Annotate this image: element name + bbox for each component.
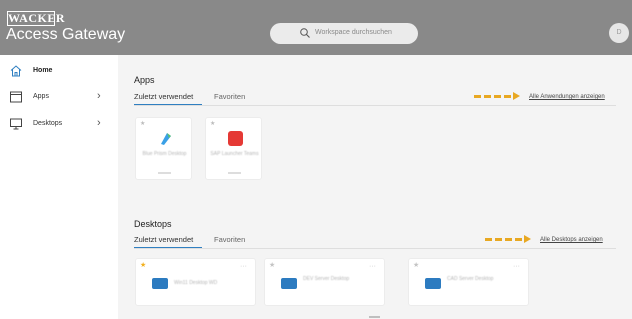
more-options-icon[interactable]: ··· [513,263,520,270]
app-title: Access Gateway [6,26,126,43]
tab-apps-favorites[interactable]: Favoriten [214,92,245,102]
sidebar-item-apps[interactable]: Apps › [0,87,118,109]
tab-apps-recent[interactable]: Zuletzt verwendet [134,92,193,102]
tab-desktops-favorites[interactable]: Favoriten [214,235,245,245]
wacker-logo: WACKER [7,11,66,26]
brand-name: WACKER [8,11,66,25]
more-options-icon[interactable]: ··· [369,263,376,270]
app-tile-name: Blue Prism Desktop [142,151,187,157]
top-bar: WACKER Access Gateway Workspace durchsuc… [0,0,632,55]
desktop-tile-name: Win11 Desktop WD [174,280,218,286]
desktops-section-title: Desktops [134,219,172,229]
app-tile[interactable]: ★ SAP Launcher Teams [205,117,262,180]
sidebar-item-label: Home [33,67,53,74]
sidebar-item-desktops[interactable]: Desktops › [0,114,118,136]
app-logo-icon [161,133,171,145]
sidebar-item-label: Apps [33,93,49,100]
favorite-star-icon[interactable]: ★ [210,121,215,127]
desktop-tile[interactable]: ★ CAD Server Desktop ··· [408,258,529,306]
chevron-right-icon: › [97,90,101,102]
desktop-icon [425,278,441,289]
app-tile[interactable]: ★ Blue Prism Desktop [135,117,192,180]
app-tile-name: SAP Launcher Teams [210,151,259,157]
desktop-tile-name: CAD Server Desktop [447,276,494,282]
sidebar-item-home[interactable]: Home [0,61,118,83]
favorite-star-icon[interactable]: ★ [413,262,419,269]
apps-window-icon [10,91,22,103]
search-icon [300,28,310,38]
main-content: Apps Zuletzt verwendet Favoriten Alle An… [118,55,632,319]
scroll-indicator[interactable] [369,316,380,318]
favorite-star-icon[interactable]: ★ [269,262,275,269]
more-options-icon[interactable]: ··· [240,263,247,270]
desktop-tile[interactable]: ★ Win11 Desktop WD ··· [135,258,256,306]
desktop-tile[interactable]: ★ DEV Server Desktop ··· [264,258,385,306]
view-all-apps-link[interactable]: Alle Anwendungen anzeigen [529,93,605,101]
desktop-icon [281,278,297,289]
monitor-icon [10,118,22,130]
annotation-arrow-desktops [485,235,535,243]
tab-desktops-recent[interactable]: Zuletzt verwendet [134,235,193,245]
desktop-icon [152,278,168,289]
search-placeholder: Workspace durchsuchen [315,29,392,36]
user-avatar[interactable]: D [609,23,629,43]
tab-divider [134,105,616,106]
desktop-tile-name: DEV Server Desktop [303,276,350,282]
view-all-desktops-link[interactable]: Alle Desktops anzeigen [540,236,603,244]
apps-section-title: Apps [134,75,155,85]
sidebar-item-label: Desktops [33,120,63,127]
annotation-arrow-apps [474,92,524,100]
favorite-star-icon[interactable]: ★ [140,262,146,269]
home-icon [10,65,22,77]
tab-divider [134,248,616,249]
workspace-search-input[interactable]: Workspace durchsuchen [270,23,418,44]
chevron-right-icon: › [97,117,101,129]
app-logo-icon [228,131,243,146]
favorite-star-icon[interactable]: ★ [140,121,145,127]
sidebar: Home Apps › Desktops › [0,55,118,319]
